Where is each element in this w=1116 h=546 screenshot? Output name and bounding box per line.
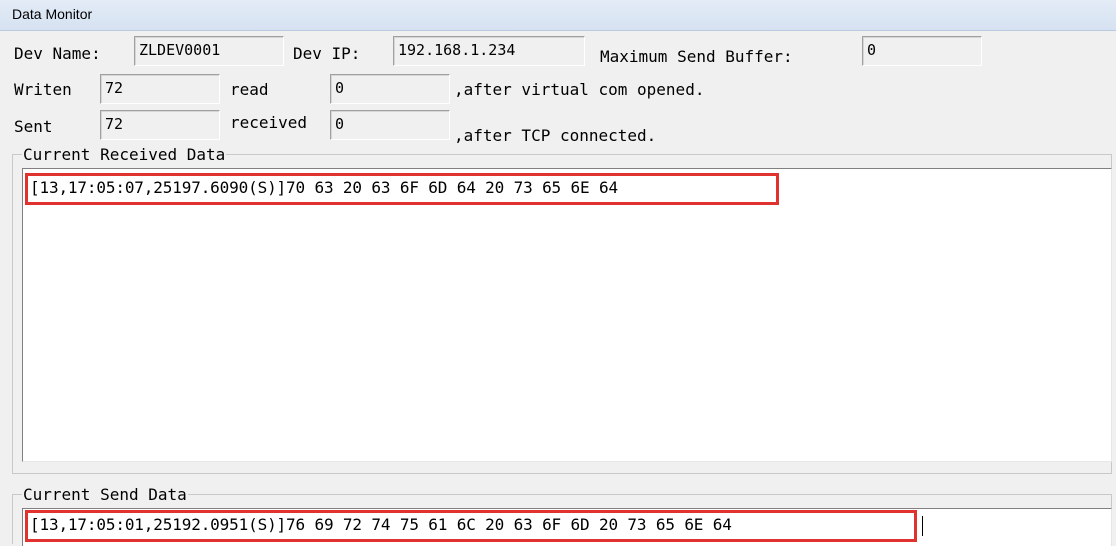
received-label: received <box>230 113 308 132</box>
read-field[interactable]: 0 <box>330 74 450 104</box>
received-field[interactable]: 0 <box>330 110 450 140</box>
text-caret <box>922 516 923 536</box>
dev-name-label: Dev Name: <box>14 44 101 63</box>
written-field[interactable]: 72 <box>100 74 220 104</box>
tcp-note: ,after TCP connected. <box>454 126 657 145</box>
read-label: read <box>230 80 269 99</box>
received-data-pane[interactable] <box>22 168 1112 462</box>
dev-ip-label: Dev IP: <box>293 44 361 63</box>
sent-label: Sent <box>14 117 53 136</box>
dev-ip-field[interactable]: 192.168.1.234 <box>393 36 585 66</box>
send-data-title: Current Send Data <box>22 485 188 504</box>
written-label: Writen <box>14 80 72 99</box>
virtual-com-note: ,after virtual com opened. <box>454 80 705 99</box>
send-data-line: [13,17:05:01,25192.0951(S)]76 69 72 74 7… <box>25 510 917 542</box>
max-send-buffer-label: Maximum Send Buffer: <box>600 47 793 66</box>
window-titlebar: Data Monitor <box>0 0 1116 31</box>
received-data-line: [13,17:05:07,25197.6090(S)]70 63 20 63 6… <box>25 173 779 205</box>
sent-field[interactable]: 72 <box>100 110 220 140</box>
max-send-buffer-field[interactable]: 0 <box>862 36 982 66</box>
window-title: Data Monitor <box>12 6 93 22</box>
dev-name-field[interactable]: ZLDEV0001 <box>134 36 284 66</box>
received-data-title: Current Received Data <box>22 145 227 164</box>
